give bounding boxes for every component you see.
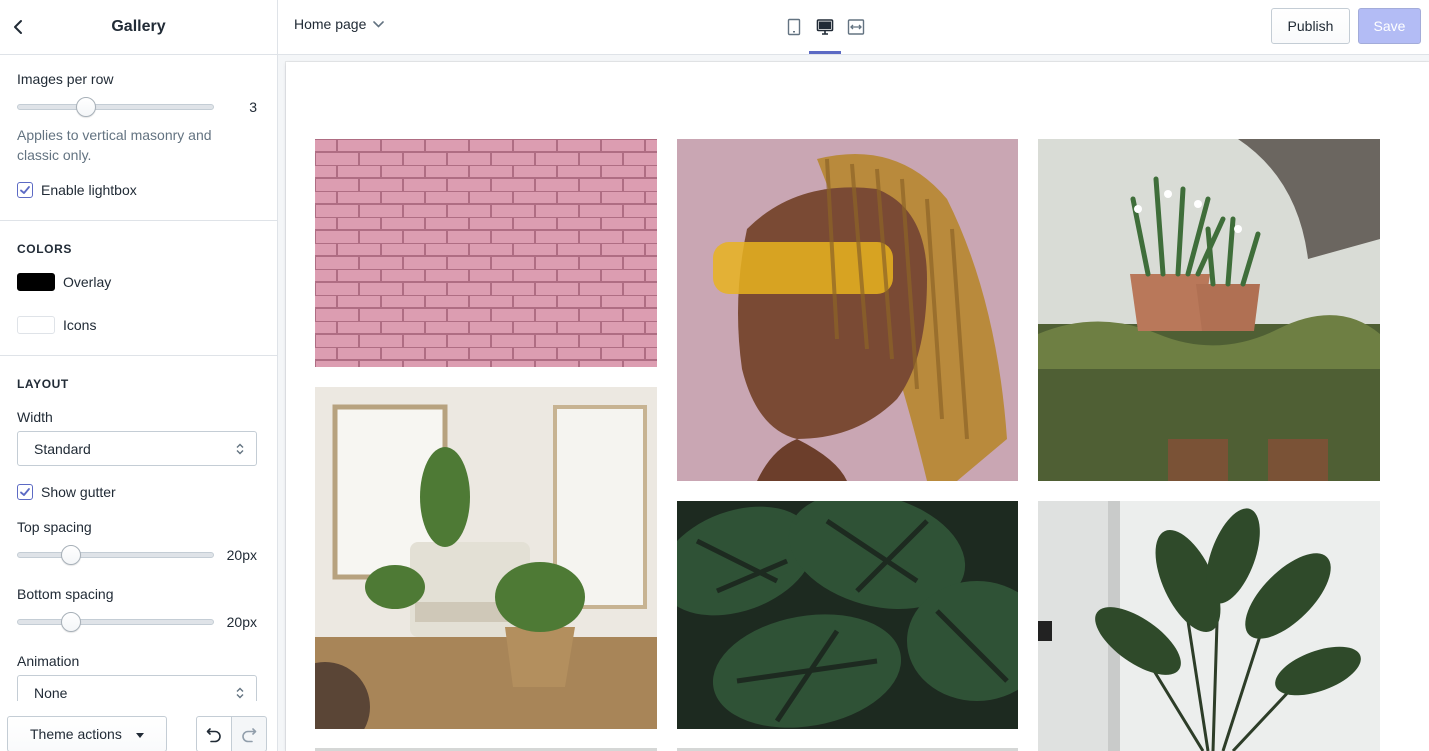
slider-track	[17, 619, 214, 625]
mobile-icon	[787, 18, 801, 36]
colors-section: COLORS Overlay Icons	[0, 221, 277, 356]
gallery-image-portrait[interactable]	[677, 139, 1018, 481]
brick-wall-image	[315, 139, 657, 367]
animation-label: Animation	[17, 653, 80, 669]
width-select[interactable]: Standard	[17, 431, 257, 466]
icons-color-swatch[interactable]	[17, 316, 55, 334]
desktop-icon	[816, 19, 834, 35]
width-label: Width	[17, 409, 53, 425]
slider-track	[17, 104, 214, 110]
gallery-image-brick-wall[interactable]	[315, 139, 657, 367]
enable-lightbox-checkbox[interactable]	[17, 182, 33, 198]
sidebar-title: Gallery	[111, 18, 166, 35]
images-per-row-label: Images per row	[17, 71, 114, 87]
slider-track	[17, 552, 214, 558]
help-text: Applies to vertical masonry and classic …	[17, 127, 212, 163]
bottom-spacing-value: 20px	[226, 614, 257, 630]
top-spacing-value: 20px	[226, 547, 257, 563]
images-per-row-slider[interactable]	[17, 97, 214, 117]
save-button[interactable]: Save	[1358, 8, 1421, 44]
active-device-indicator	[809, 51, 841, 54]
enable-lightbox-label: Enable lightbox	[41, 182, 137, 198]
redo-button[interactable]	[231, 716, 267, 751]
animation-select-value: None	[34, 684, 68, 701]
images-per-row-value: 3	[249, 99, 257, 115]
theme-preview	[286, 62, 1429, 751]
theme-actions-button[interactable]: Theme actions	[7, 716, 167, 751]
undo-icon	[206, 728, 221, 743]
top-spacing-label: Top spacing	[17, 519, 92, 535]
monstera-image	[677, 501, 1018, 729]
portrait-image	[677, 139, 1018, 481]
theme-actions-label: Theme actions	[30, 726, 122, 742]
show-gutter-label: Show gutter	[41, 484, 116, 500]
slider-thumb[interactable]	[76, 97, 96, 117]
caret-down-icon	[136, 733, 144, 738]
bottom-spacing-label: Bottom spacing	[17, 586, 114, 602]
page-selector-label: Home page	[294, 16, 367, 32]
checkmark-icon	[20, 186, 30, 194]
living-room-image	[315, 387, 657, 729]
select-arrows-icon	[236, 687, 244, 699]
icons-label: Icons	[63, 317, 97, 333]
colors-heading: COLORS	[17, 242, 72, 256]
editor-topbar: Home page Publish Save	[278, 0, 1429, 55]
fullscreen-icon	[847, 19, 865, 35]
desktop-view-button[interactable]	[815, 17, 835, 37]
general-settings-section: Images per row 3 Applies to vertical mas…	[0, 55, 277, 221]
layout-section: LAYOUT Width Standard Show gutter Top sp…	[0, 356, 277, 751]
snowdrops-image	[1038, 139, 1380, 481]
mobile-view-button[interactable]	[784, 17, 804, 37]
undo-button[interactable]	[196, 716, 232, 751]
bird-of-paradise-image	[1038, 501, 1380, 751]
settings-sidebar: Gallery Images per row 3 Applies to vert…	[0, 0, 278, 751]
layout-heading: LAYOUT	[17, 377, 69, 391]
slider-thumb[interactable]	[61, 545, 81, 565]
overlay-label: Overlay	[63, 274, 112, 290]
select-arrows-icon	[236, 443, 244, 455]
chevron-down-icon	[373, 20, 385, 28]
back-arrow-icon[interactable]	[10, 17, 26, 37]
bottom-spacing-slider[interactable]	[17, 612, 214, 632]
show-gutter-checkbox[interactable]	[17, 484, 33, 500]
checkmark-icon	[20, 488, 30, 496]
width-select-value: Standard	[34, 440, 91, 457]
fullscreen-view-button[interactable]	[846, 17, 866, 37]
overlay-color-swatch[interactable]	[17, 273, 55, 291]
sidebar-header: Gallery	[0, 0, 277, 55]
gallery-image-bird-of-paradise[interactable]	[1038, 501, 1380, 751]
top-spacing-slider[interactable]	[17, 545, 214, 565]
page-selector[interactable]: Home page	[294, 16, 385, 32]
gallery-image-living-room[interactable]	[315, 387, 657, 729]
slider-thumb[interactable]	[61, 612, 81, 632]
redo-icon	[242, 728, 257, 743]
publish-button[interactable]: Publish	[1271, 8, 1350, 44]
sidebar-footer: Theme actions	[0, 701, 277, 751]
gallery-image-monstera[interactable]	[677, 501, 1018, 729]
gallery-image-snowdrops[interactable]	[1038, 139, 1380, 481]
